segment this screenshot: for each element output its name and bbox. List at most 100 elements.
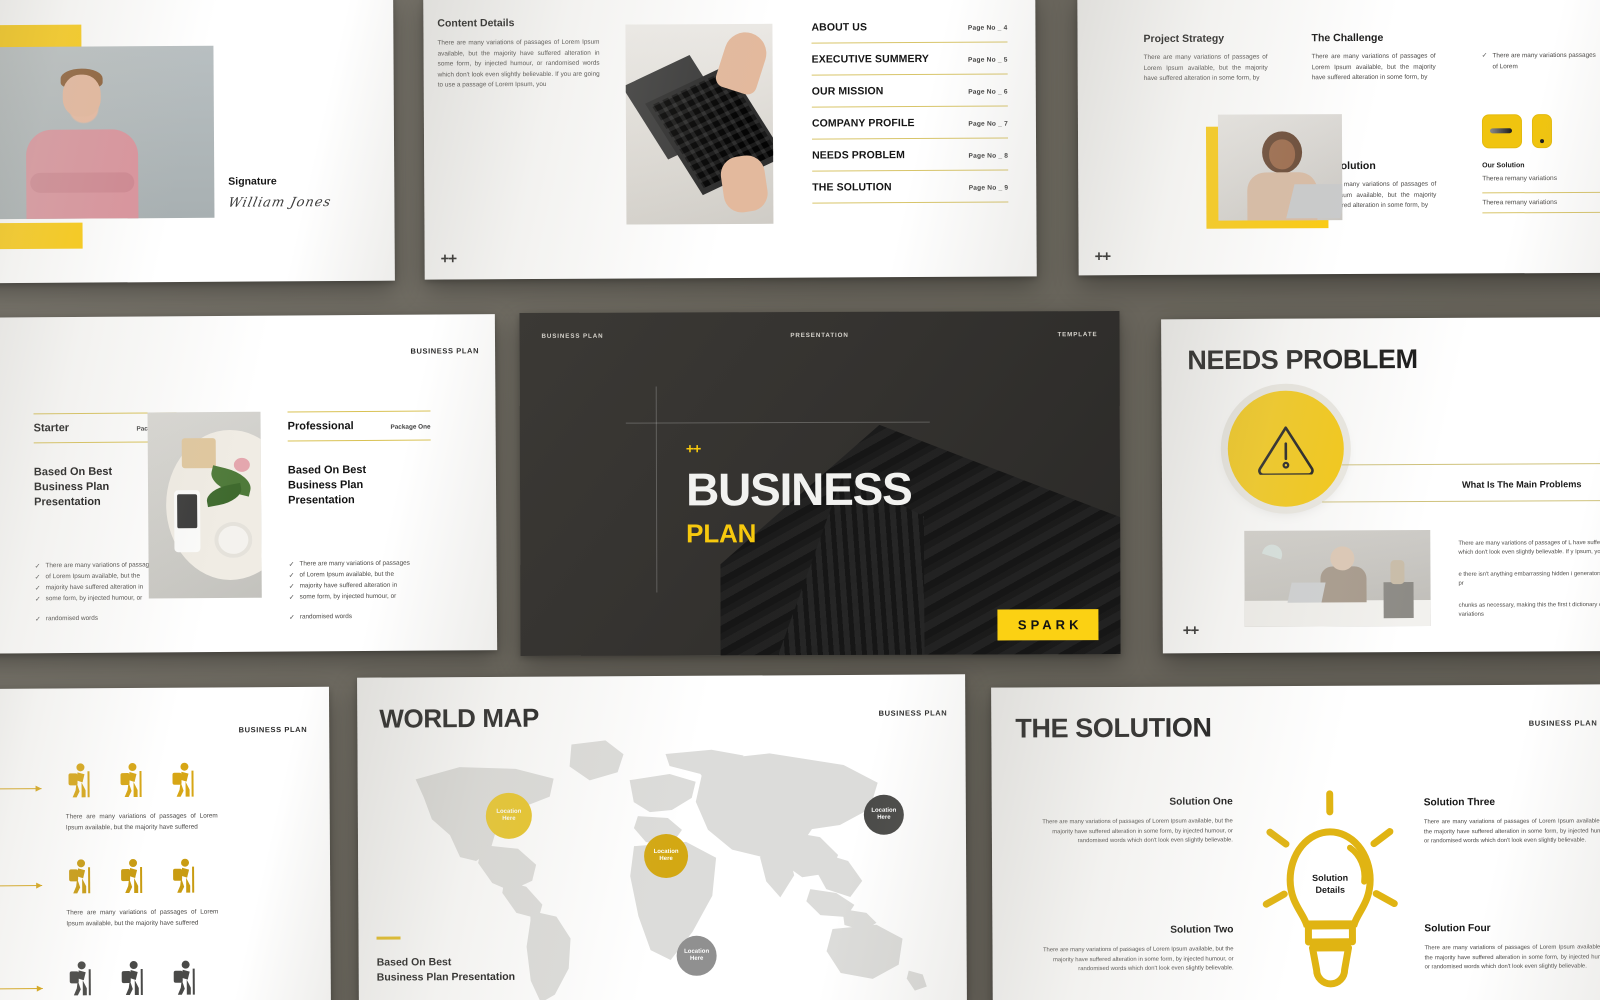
hiker-icon [120, 763, 142, 798]
toc-page-number: Page No _ 4 [967, 24, 1008, 32]
toc-row[interactable]: NEEDS PROBLEM Page No _ 8 [812, 138, 1009, 172]
bullet: of Lorem Ipsum available, but the [299, 570, 395, 578]
hiker-icon [172, 762, 194, 797]
cream-tube [174, 490, 201, 553]
toc-row[interactable]: OUR MISSION Page No _ 6 [811, 74, 1008, 108]
slide-content-details[interactable]: Content Details There are many variation… [423, 0, 1037, 280]
content-details-heading: Content Details [437, 17, 515, 30]
cover-meta-right: TEMPLATE [1057, 331, 1098, 339]
package-tag: Package One [390, 423, 431, 431]
table-of-contents: ABOUT US Page No _ 4 EXECUTIVE SUMMERY Page… [811, 10, 1009, 204]
slide-needs-problem[interactable]: NEEDS PROBLEM What Is The Main Problems … [1161, 316, 1600, 654]
main-question: What Is The Main Problems [1461, 479, 1582, 490]
package-card-professional[interactable]: Professional Package One Based On Best B… [287, 410, 432, 621]
package-bullets: ✓ There are many variations of passages ✓… [289, 559, 432, 621]
bullet: majority have suffered alteration in [45, 583, 144, 591]
bulb-label-1: Solution [1312, 872, 1349, 883]
toc-page-number: Page No _ 6 [968, 88, 1008, 96]
yellow-bar-bottom [0, 222, 83, 250]
side-check-text: There are many variations passages of Lo… [1492, 51, 1596, 70]
cosmetics-photo [147, 411, 262, 599]
pedestal [1383, 582, 1414, 619]
rose-bud [233, 457, 250, 472]
marker-label-line-2: Here [877, 814, 891, 821]
toc-label: COMPANY PROFILE [811, 117, 915, 130]
plus-plus-mark: ++ [685, 440, 701, 457]
check-icon: ✓ [288, 594, 295, 602]
slide-pricing[interactable]: E BUSINESS PLAN Starter Package One Base… [0, 314, 498, 654]
world-map-caption-2: Business Plan Presentation [376, 970, 516, 984]
portrait-arms [29, 171, 134, 193]
woman-face [1269, 139, 1296, 170]
slide-world-map[interactable]: WORLD MAP BUSINESS PLAN Location Here Lo… [357, 674, 967, 1000]
slide-signature[interactable]: Signature William Jones [0, 0, 395, 284]
slide-project-strategy[interactable]: Project Strategy There are many variatio… [1077, 0, 1600, 276]
toc-row[interactable]: EXECUTIVE SUMMERY Page No _ 5 [811, 42, 1008, 76]
bullet: There are many variations of passages [299, 559, 410, 567]
check-icon: ✓ [288, 583, 295, 591]
spark-badge[interactable]: SPARK [997, 609, 1099, 641]
toc-label: THE SOLUTION [812, 181, 892, 194]
cover-title-line2: PLAN [686, 518, 757, 549]
vase [1390, 560, 1405, 585]
needs-problem-para-2: e there isn't anything embarrassing hidd… [1458, 570, 1600, 588]
infographic-row-text: There are many variations of passages of… [66, 908, 219, 927]
toc-row[interactable]: COMPANY PROFILE Page No _ 7 [811, 106, 1009, 140]
content-details-body: There are many variations of passages of… [437, 38, 600, 89]
man-reading-photo [1244, 529, 1431, 627]
marker-label-line-1: Location [653, 848, 679, 855]
marker-label-line-2: Here [689, 955, 704, 962]
slide-infographic-people[interactable]: BUSINESS PLAN There are many variations … [0, 686, 332, 1000]
cover-meta-left: BUSINESS PLAN [541, 332, 604, 340]
solution-body: There are many variations of passages of… [1042, 946, 1234, 973]
marker-label-line-2: Here [502, 815, 516, 822]
marker-label-line-1: Location [496, 808, 522, 815]
businesswoman-photo [1217, 114, 1343, 221]
solution-body: There are many variations of passages of… [1423, 818, 1600, 845]
cover-title-line1: BUSINESS [685, 462, 912, 516]
toc-row[interactable]: ABOUT US Page No _ 4 [811, 10, 1008, 44]
solution-item-four: Solution Four There are many variations … [1424, 922, 1600, 973]
cover-top-meta-bar: BUSINESS PLAN PRESENTATION TEMPLATE [519, 311, 1119, 359]
needs-problem-para-3: chunks as necessary, making this the fir… [1458, 601, 1600, 618]
plus-plus-mark: ++ [440, 250, 457, 268]
decorative-horizontal-line [625, 421, 930, 424]
the-challenge-heading: The Challenge [1311, 31, 1384, 45]
side-line-2: Therea remany variations [1482, 191, 1600, 214]
map-location-marker[interactable]: Location Here [485, 792, 532, 839]
package-headline-2: Business Plan Presentation [287, 478, 364, 507]
toc-label: EXECUTIVE SUMMERY [811, 52, 930, 66]
world-map-caption-1: Based On Best [376, 955, 452, 969]
map-location-marker[interactable]: Location Here [676, 935, 717, 976]
soap-bar [181, 438, 216, 469]
slide-the-solution[interactable]: THE SOLUTION BUSINESS PLAN Solution One … [991, 684, 1600, 1000]
solution-heading: Solution Two [1170, 924, 1234, 936]
toc-label: ABOUT US [811, 21, 868, 34]
toc-page-number: Page No _ 8 [968, 152, 1009, 160]
solution-item-three: Solution Three There are many variations… [1424, 796, 1600, 847]
map-location-marker[interactable]: Location Here [863, 794, 904, 835]
check-icon: ✓ [34, 562, 41, 570]
check-icon: ✓ [34, 595, 41, 603]
toc-page-number: Page No _ 7 [968, 120, 1008, 128]
package-name: Starter [33, 422, 70, 435]
solution-body: There are many variations of passages of… [1424, 944, 1600, 971]
bullet: of Lorem Ipsum available, but the [45, 572, 141, 580]
check-icon: ✓ [34, 573, 41, 581]
infographic-row-text: There are many variations of passages of… [65, 812, 218, 831]
map-location-marker[interactable]: Location Here [643, 833, 689, 879]
bullet: some form, by injected humour, or [45, 594, 143, 602]
marker-label-line-2: Here [659, 855, 673, 863]
hiker-icon [121, 961, 143, 996]
slide-cover[interactable]: BUSINESS PLAN PRESENTATION TEMPLATE ++ B… [519, 311, 1121, 656]
hiker-icon-group [66, 857, 218, 896]
signature-script: William Jones [226, 195, 333, 211]
check-icon: ✓ [34, 615, 41, 623]
laptop [1287, 582, 1326, 603]
bullet: majority have suffered alteration in [299, 581, 398, 589]
bullet: some form, by injected humour, or [299, 592, 397, 600]
toc-row[interactable]: THE SOLUTION Page No _ 9 [812, 170, 1009, 204]
the-challenge-body: There are many variations of passages of… [1311, 52, 1436, 82]
person-body [1320, 566, 1367, 603]
solution-item-two: Solution Two There are many variations o… [1038, 924, 1234, 975]
